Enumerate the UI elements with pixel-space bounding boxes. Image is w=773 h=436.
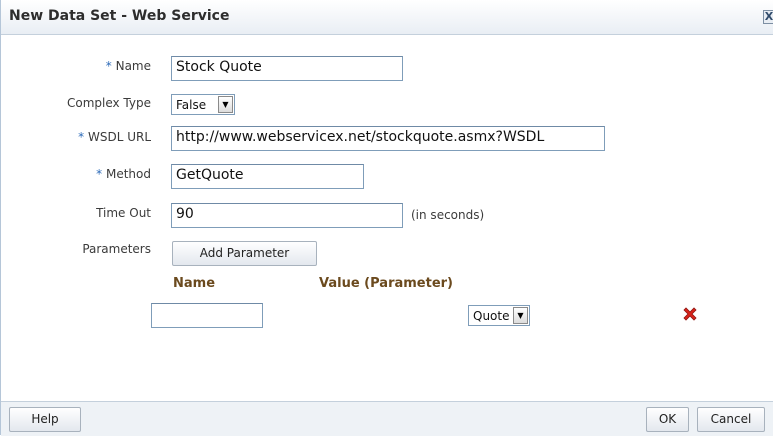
wsdl-url-input[interactable]: http://www.webservicex.net/stockquote.as… (171, 126, 605, 151)
method-label: * Method (1, 167, 151, 181)
complex-type-label: Complex Type (66, 96, 151, 110)
name-label-text: Name (115, 59, 151, 73)
time-out-label: Time Out (96, 206, 151, 220)
wsdl-url-label-text: WSDL URL (87, 130, 151, 144)
method-input[interactable]: GetQuote (171, 164, 364, 189)
parameter-name-input[interactable] (151, 303, 263, 328)
required-marker: * (78, 130, 85, 144)
required-marker: * (105, 59, 112, 73)
dialog-footer: Help OK Cancel (1, 401, 773, 436)
time-out-hint: (in seconds) (411, 208, 485, 222)
parameters-label: Parameters (82, 242, 151, 256)
add-parameter-button[interactable]: Add Parameter (172, 241, 317, 266)
cancel-button[interactable]: Cancel (697, 407, 765, 432)
help-button[interactable]: Help (9, 407, 81, 432)
chevron-down-icon[interactable]: ▼ (513, 307, 528, 324)
name-label: * Name (1, 59, 151, 73)
complex-type-select[interactable]: False ▼ (171, 94, 235, 115)
parameter-value: Quote (473, 309, 510, 323)
required-marker: * (96, 167, 103, 181)
wsdl-url-label: * WSDL URL (1, 130, 151, 144)
chevron-down-icon[interactable]: ▼ (218, 96, 233, 113)
ok-button[interactable]: OK (646, 407, 689, 432)
time-out-input[interactable]: 90 (171, 203, 403, 228)
complex-type-value: False (176, 98, 207, 112)
remove-parameter-icon[interactable] (681, 305, 699, 323)
method-label-text: Method (105, 167, 151, 181)
dialog-titlebar: New Data Set - Web Service X (1, 0, 773, 35)
parameter-name-column-header: Name (173, 276, 216, 291)
name-input[interactable]: Stock Quote (171, 56, 403, 81)
close-icon[interactable]: X (763, 10, 773, 24)
new-data-set-dialog: New Data Set - Web Service X * Name Stoc… (0, 0, 773, 436)
parameter-value-column-header: Value (Parameter) (319, 276, 453, 291)
parameter-value-select[interactable]: Quote ▼ (468, 305, 530, 326)
dialog-title: New Data Set - Web Service (9, 8, 230, 24)
